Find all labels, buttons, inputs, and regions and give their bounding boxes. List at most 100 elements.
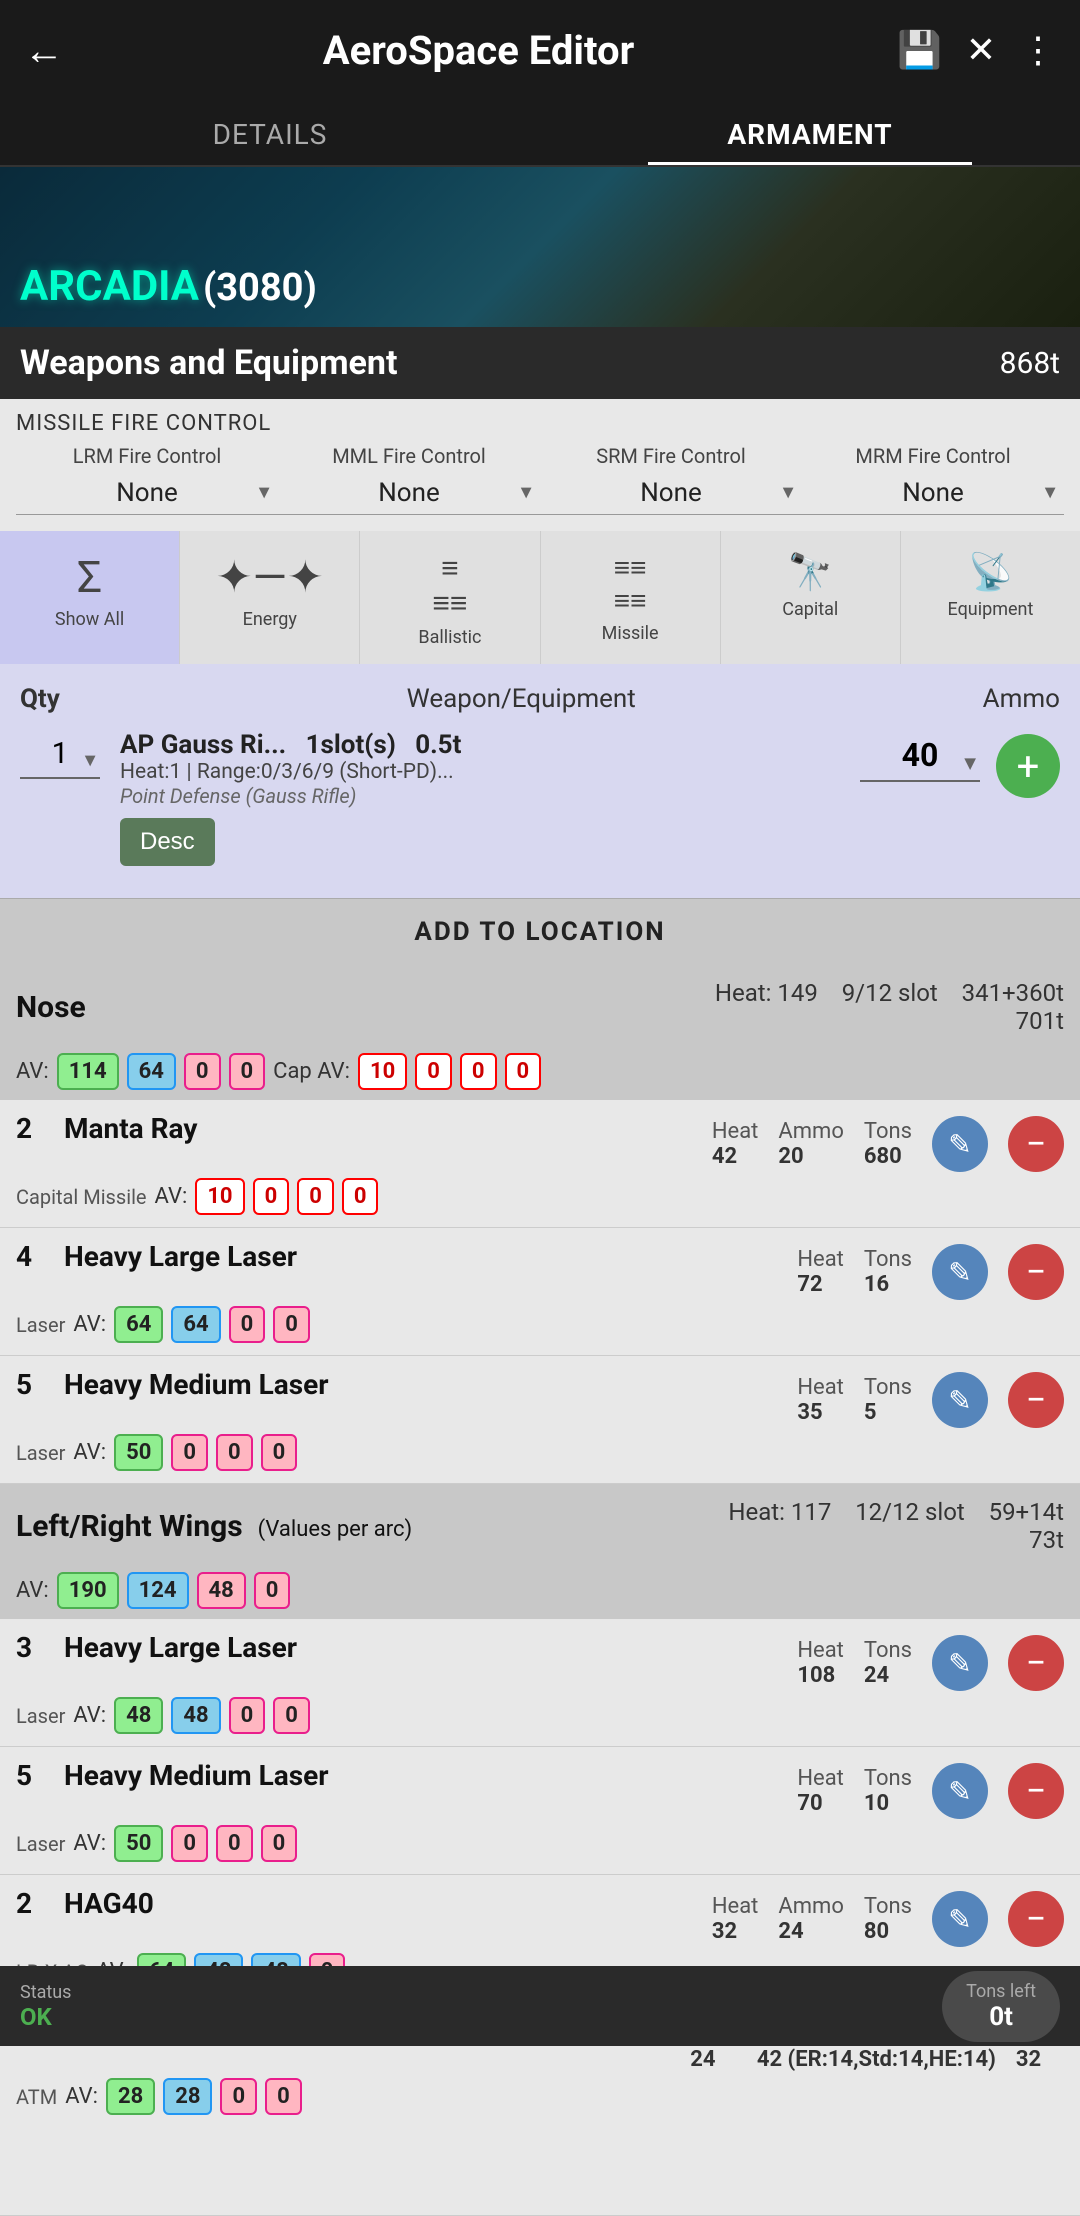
hag40-name: HAG40 — [64, 1887, 712, 1920]
category-capital[interactable]: 🔭 Capital — [721, 531, 901, 664]
weapon-slots: 1slot(s) — [306, 730, 396, 760]
top-bar: ← AeroSpace Editor 💾 ✕ ⋮ — [0, 0, 1080, 100]
hag40-ammo-label: Ammo — [778, 1894, 843, 1919]
manta-ray-ammo-label: Ammo — [778, 1119, 843, 1144]
atm9-av-3: 0 — [265, 2078, 302, 2115]
fc-label-lrm: LRM Fire Control — [73, 444, 221, 468]
fc-value-mrm[interactable]: None — [802, 472, 1064, 515]
missile-icon: ≡≡≡≡ — [549, 551, 712, 617]
tab-armament[interactable]: ARMAMENT — [540, 100, 1080, 165]
hml-nose-name: Heavy Medium Laser — [64, 1368, 797, 1401]
nose-cap-av-label: Cap AV: — [273, 1059, 350, 1084]
manta-ray-ammo-val: 20 — [778, 1144, 803, 1169]
atm9-tons-val: 32 — [1016, 2047, 1041, 2072]
hll-nose-qty: 4 — [16, 1240, 52, 1273]
add-to-location-button[interactable]: ADD TO LOCATION — [0, 898, 1080, 965]
hll-wings-heat-label: Heat — [797, 1638, 844, 1663]
hml-wings-tons-label: Tons — [864, 1766, 912, 1791]
page-title: AeroSpace Editor — [84, 27, 873, 74]
weapon-select-header: Qty Weapon/Equipment Ammo — [20, 684, 1060, 714]
hml-nose-subrow: Laser AV: 50 0 0 0 — [16, 1434, 1064, 1471]
hll-wings-av-0: 48 — [114, 1697, 163, 1734]
nose-header: Nose Heat: 149 9/12 slot 341+360t 701t — [0, 965, 1080, 1049]
fc-value-srm[interactable]: None — [540, 472, 802, 515]
weapon-qty-input[interactable]: 1 — [20, 730, 100, 779]
more-button[interactable]: ⋮ — [1020, 29, 1056, 71]
back-button[interactable]: ← — [24, 27, 64, 74]
hml-nose-tons-val: 5 — [864, 1400, 877, 1425]
hll-wings-subrow: Laser AV: 48 48 0 0 — [16, 1697, 1064, 1734]
hll-wings-tons-label: Tons — [864, 1638, 912, 1663]
tab-details[interactable]: DETAILS — [0, 100, 540, 165]
show-all-label: Show All — [8, 609, 171, 630]
fc-value-mml[interactable]: None — [278, 472, 540, 515]
hll-nose-subrow: Laser AV: 64 64 0 0 — [16, 1306, 1064, 1343]
qty-column-label: Qty — [20, 684, 60, 714]
hag40-qty: 2 — [16, 1887, 52, 1920]
nose-total-tons: 701t — [1016, 1007, 1064, 1035]
weapon-type: Point Defense (Gauss Rifle) — [120, 784, 860, 808]
wings-av-0: 190 — [57, 1572, 119, 1609]
add-weapon-button[interactable]: + — [996, 734, 1060, 798]
wings-total-tons: 73t — [1029, 1526, 1064, 1554]
equipment-icon: 📡 — [909, 551, 1072, 593]
hml-wings-av-2: 0 — [216, 1825, 253, 1862]
fc-label-srm: SRM Fire Control — [596, 444, 746, 468]
tab-bar: DETAILS ARMAMENT — [0, 100, 1080, 167]
hml-wings-type: Laser — [16, 1832, 65, 1856]
manta-ray-remove-button[interactable]: − — [1008, 1116, 1064, 1172]
atm9-ammo-val: 42 (ER:14,Std:14,HE:14) — [757, 2047, 996, 2072]
save-button[interactable]: 💾 — [897, 29, 942, 71]
hml-wings-remove-button[interactable]: − — [1008, 1763, 1064, 1819]
location-wings: Left/Right Wings (Values per arc) Heat: … — [0, 1484, 1080, 2216]
hml-nose-edit-button[interactable]: ✎ — [932, 1372, 988, 1428]
nose-av-row: AV: 114 64 0 0 Cap AV: 10 0 0 0 — [0, 1049, 1080, 1100]
hll-nose-name: Heavy Large Laser — [64, 1240, 797, 1273]
fc-value-lrm[interactable]: None — [16, 472, 278, 515]
hll-nose-heat-val: 72 — [797, 1272, 822, 1297]
category-ballistic[interactable]: ≡≡≡ Ballistic — [360, 531, 540, 664]
manta-ray-edit-button[interactable]: ✎ — [932, 1116, 988, 1172]
hml-wings-edit-button[interactable]: ✎ — [932, 1763, 988, 1819]
desc-button[interactable]: Desc — [120, 818, 215, 866]
weapon-select-panel: Qty Weapon/Equipment Ammo 1 AP Gauss Ri.… — [0, 664, 1080, 898]
hll-nose-remove-button[interactable]: − — [1008, 1244, 1064, 1300]
manta-ray-av-0: 10 — [195, 1178, 244, 1215]
hll-nose-edit-button[interactable]: ✎ — [932, 1244, 988, 1300]
hml-wings-header: 5 Heavy Medium Laser Heat70 Tons10 ✎ − — [16, 1759, 1064, 1819]
category-energy[interactable]: ✦—✦ Energy — [180, 531, 360, 664]
nose-stats: Heat: 149 9/12 slot 341+360t 701t — [715, 979, 1064, 1035]
manta-ray-av-2: 0 — [297, 1178, 334, 1215]
hero-section: ARCADIA (3080) — [0, 167, 1080, 327]
weapon-stats: Heat:1 | Range:0/3/6/9 (Short-PD)... — [120, 760, 860, 784]
nose-av-1: 64 — [127, 1053, 176, 1090]
hml-nose-av-2: 0 — [216, 1434, 253, 1471]
hag40-edit-button[interactable]: ✎ — [932, 1891, 988, 1947]
hll-wings-edit-button[interactable]: ✎ — [932, 1635, 988, 1691]
category-missile[interactable]: ≡≡≡≡ Missile — [541, 531, 721, 664]
category-show-all[interactable]: Σ Show All — [0, 531, 180, 664]
weapon-categories: Σ Show All ✦—✦ Energy ≡≡≡ Ballistic ≡≡≡≡… — [0, 531, 1080, 664]
manta-ray-heat-label: Heat — [712, 1119, 759, 1144]
hll-nose-av-1: 64 — [171, 1306, 220, 1343]
manta-ray-tons-label: Tons — [864, 1119, 912, 1144]
hml-nose-av-label: AV: — [73, 1440, 106, 1465]
nose-av-2: 0 — [184, 1053, 221, 1090]
hag40-tons-val: 80 — [864, 1919, 889, 1944]
wings-stats: Heat: 117 12/12 slot 59+14t 73t — [728, 1498, 1064, 1554]
atm9-type: ATM — [16, 2085, 57, 2109]
nose-cap-av-3: 0 — [505, 1053, 542, 1090]
close-button[interactable]: ✕ — [966, 29, 996, 71]
manta-ray-qty: 2 — [16, 1112, 52, 1145]
hll-wings-remove-button[interactable]: − — [1008, 1635, 1064, 1691]
unit-name: ARCADIA — [20, 262, 199, 311]
manta-ray-name: Manta Ray — [64, 1112, 712, 1145]
hml-nose-remove-button[interactable]: − — [1008, 1372, 1064, 1428]
category-equipment[interactable]: 📡 Equipment — [901, 531, 1080, 664]
equip-item-hll-nose: 4 Heavy Large Laser Heat72 Tons16 ✎ − La… — [0, 1228, 1080, 1356]
hll-nose-type: Laser — [16, 1313, 65, 1337]
ammo-input[interactable]: 40 — [860, 730, 980, 782]
tons-left-button[interactable]: Tons left 0t — [942, 1971, 1060, 2042]
hll-nose-av-label: AV: — [73, 1312, 106, 1337]
hag40-remove-button[interactable]: − — [1008, 1891, 1064, 1947]
